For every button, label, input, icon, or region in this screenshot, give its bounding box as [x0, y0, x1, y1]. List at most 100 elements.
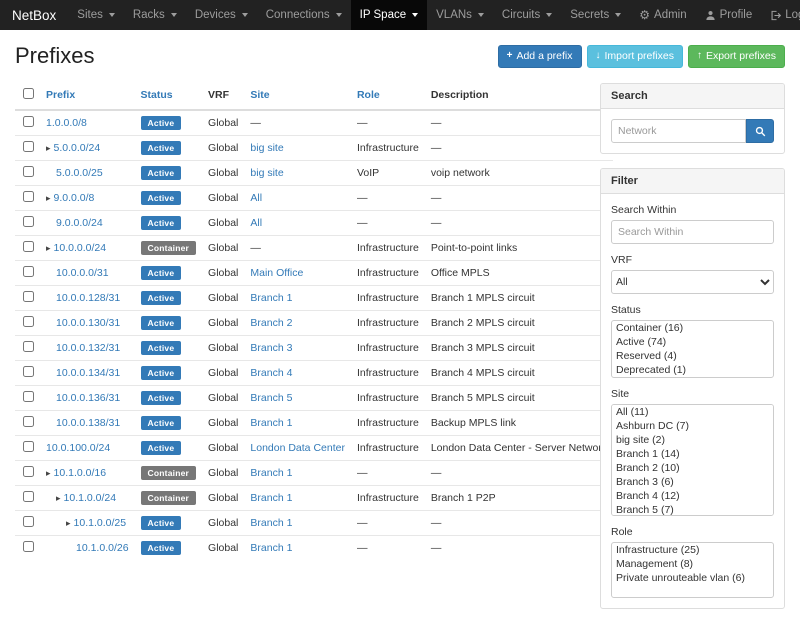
site-link[interactable]: London Data Center: [250, 442, 345, 454]
role-filter-listbox[interactable]: Infrastructure (25)Management (8)Private…: [611, 542, 774, 598]
prefix-link[interactable]: 10.0.0.132/31: [56, 342, 120, 354]
nav-item-logout[interactable]: Log out: [761, 0, 800, 30]
site-link[interactable]: Branch 2: [250, 317, 292, 329]
status-badge: Active: [141, 266, 182, 280]
prefix-link[interactable]: 10.1.0.0/16: [54, 467, 107, 479]
row-checkbox[interactable]: [23, 191, 34, 202]
nav-item-vlans[interactable]: VLANs: [427, 0, 493, 30]
prefix-link[interactable]: 9.0.0.0/24: [56, 217, 103, 229]
site-link[interactable]: Main Office: [250, 267, 303, 279]
column-sort-link[interactable]: Site: [250, 89, 269, 101]
prefix-link[interactable]: 10.0.0.128/31: [56, 292, 120, 304]
role-option[interactable]: Infrastructure (25): [612, 543, 773, 557]
search-within-input[interactable]: [611, 220, 774, 244]
add-prefix-button[interactable]: + Add a prefix: [498, 45, 582, 68]
row-checkbox[interactable]: [23, 216, 34, 227]
nav-item-connections[interactable]: Connections: [257, 0, 351, 30]
row-checkbox[interactable]: [23, 291, 34, 302]
row-checkbox[interactable]: [23, 166, 34, 177]
prefix-link[interactable]: 10.0.0.0/31: [56, 267, 109, 279]
row-checkbox[interactable]: [23, 541, 34, 552]
site-link[interactable]: Branch 1: [250, 467, 292, 479]
row-checkbox[interactable]: [23, 241, 34, 252]
vrf-select[interactable]: All: [611, 270, 774, 294]
app-brand[interactable]: NetBox: [0, 0, 68, 30]
role-option[interactable]: Private unrouteable vlan (6): [612, 571, 773, 585]
status-option[interactable]: Active (74): [612, 335, 773, 349]
export-prefixes-button[interactable]: ↑ Export prefixes: [688, 45, 785, 68]
prefix-link[interactable]: 10.0.100.0/24: [46, 442, 110, 454]
site-link[interactable]: Branch 1: [250, 542, 292, 554]
site-link[interactable]: All: [250, 217, 262, 229]
status-option[interactable]: Container (16): [612, 321, 773, 335]
row-checkbox[interactable]: [23, 366, 34, 377]
site-option[interactable]: Ashburn DC (7): [612, 419, 773, 433]
site-filter-listbox[interactable]: All (11)Ashburn DC (7)big site (2)Branch…: [611, 404, 774, 516]
prefix-link[interactable]: 10.0.0.138/31: [56, 417, 120, 429]
row-checkbox[interactable]: [23, 416, 34, 427]
site-link[interactable]: Branch 1: [250, 292, 292, 304]
site-cell: Branch 1: [244, 536, 351, 561]
site-option[interactable]: Branch 3 (6): [612, 475, 773, 489]
prefix-link[interactable]: 10.0.0.136/31: [56, 392, 120, 404]
row-checkbox[interactable]: [23, 316, 34, 327]
site-option[interactable]: Branch 4 (12): [612, 489, 773, 503]
row-checkbox[interactable]: [23, 441, 34, 452]
site-option[interactable]: All (11): [612, 405, 773, 419]
site-link[interactable]: Branch 1: [250, 517, 292, 529]
site-link[interactable]: Branch 3: [250, 342, 292, 354]
nav-item-admin[interactable]: ⚙ Admin: [630, 0, 695, 30]
prefix-link[interactable]: 5.0.0.0/25: [56, 167, 103, 179]
site-link[interactable]: big site: [250, 167, 283, 179]
user-nav: ⚙ Admin Profile Log out: [630, 0, 800, 30]
nav-item-profile[interactable]: Profile: [696, 0, 762, 30]
nav-item-devices[interactable]: Devices: [186, 0, 257, 30]
site-option[interactable]: Branch 5 (7): [612, 503, 773, 516]
nav-item-racks[interactable]: Racks: [124, 0, 186, 30]
row-checkbox[interactable]: [23, 266, 34, 277]
role-option[interactable]: Management (8): [612, 557, 773, 571]
site-link[interactable]: Branch 1: [250, 417, 292, 429]
prefix-link[interactable]: 10.0.0.0/24: [54, 242, 107, 254]
nav-item-secrets[interactable]: Secrets: [561, 0, 630, 30]
import-prefixes-button[interactable]: ↓ Import prefixes: [587, 45, 683, 68]
site-link[interactable]: All: [250, 192, 262, 204]
prefix-link[interactable]: 9.0.0.0/8: [54, 192, 95, 204]
status-option[interactable]: Deprecated (1): [612, 363, 773, 377]
column-sort-link[interactable]: Status: [141, 89, 173, 101]
prefix-link[interactable]: 10.0.0.134/31: [56, 367, 120, 379]
prefix-link[interactable]: 5.0.0.0/24: [54, 142, 101, 154]
site-link[interactable]: Branch 4: [250, 367, 292, 379]
row-checkbox[interactable]: [23, 491, 34, 502]
row-checkbox[interactable]: [23, 391, 34, 402]
row-checkbox[interactable]: [23, 341, 34, 352]
status-filter-listbox[interactable]: Container (16)Active (74)Reserved (4)Dep…: [611, 320, 774, 378]
prefix-link[interactable]: 1.0.0.0/8: [46, 117, 87, 129]
search-button[interactable]: [746, 119, 774, 143]
table-header-row: PrefixStatusVRFSiteRoleDescription: [15, 81, 613, 110]
prefix-link[interactable]: 10.1.0.0/25: [74, 517, 127, 529]
nav-item-sites[interactable]: Sites: [68, 0, 124, 30]
description-cell: Branch 2 MPLS circuit: [425, 311, 613, 336]
site-link[interactable]: Branch 5: [250, 392, 292, 404]
site-option[interactable]: Branch 2 (10): [612, 461, 773, 475]
prefix-link[interactable]: 10.1.0.0/26: [76, 542, 129, 554]
site-option[interactable]: big site (2): [612, 433, 773, 447]
row-checkbox[interactable]: [23, 141, 34, 152]
prefix-cell: 5.0.0.0/25: [40, 161, 135, 186]
prefix-link[interactable]: 10.0.0.130/31: [56, 317, 120, 329]
column-sort-link[interactable]: Role: [357, 89, 380, 101]
site-link[interactable]: Branch 1: [250, 492, 292, 504]
nav-item-circuits[interactable]: Circuits: [493, 0, 561, 30]
column-sort-link[interactable]: Prefix: [46, 89, 75, 101]
nav-item-ip-space[interactable]: IP Space: [351, 0, 427, 30]
site-link[interactable]: big site: [250, 142, 283, 154]
site-option[interactable]: Branch 1 (14): [612, 447, 773, 461]
search-input[interactable]: [611, 119, 746, 143]
row-checkbox[interactable]: [23, 116, 34, 127]
status-option[interactable]: Reserved (4): [612, 349, 773, 363]
prefix-link[interactable]: 10.1.0.0/24: [64, 492, 117, 504]
row-checkbox[interactable]: [23, 466, 34, 477]
row-checkbox[interactable]: [23, 516, 34, 527]
select-all-checkbox[interactable]: [23, 88, 34, 99]
